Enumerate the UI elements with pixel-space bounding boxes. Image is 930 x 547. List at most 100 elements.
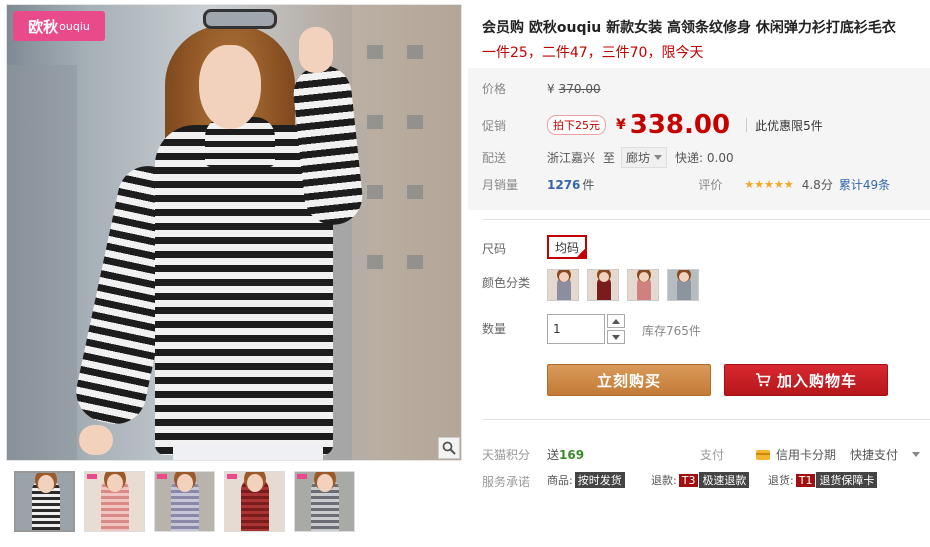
background-window — [407, 185, 423, 199]
card-icon — [756, 449, 771, 460]
thumbnail-head — [107, 474, 123, 492]
product-promo-text: 一件25，二件47，三件70，限今天 — [482, 45, 704, 61]
thumbnail-2[interactable] — [84, 471, 145, 532]
stock-count: 库存765件 — [642, 324, 701, 338]
quantity-decrease-button[interactable] — [607, 330, 625, 344]
promotion-label: 促销 — [482, 118, 507, 133]
chevron-down-icon — [654, 154, 663, 160]
shipping-row: 配送 浙江嘉兴 至 廊坊 快递: 0.00 — [482, 147, 734, 168]
service-1-badge: 按时发货 — [574, 472, 625, 488]
promotion-currency: ¥ — [616, 117, 626, 133]
chevron-down-icon — [612, 334, 620, 340]
thumbnail-brand-tag — [227, 474, 237, 479]
points-value: 169 — [559, 447, 585, 462]
destination-value: 廊坊 — [626, 151, 651, 165]
buy-now-label: 立刻购买 — [596, 371, 661, 390]
thumbnail-4[interactable] — [224, 471, 285, 532]
brand-logo-text: 欧秋 — [28, 17, 59, 36]
service-promise-3[interactable]: 退货: T1 退货保障卡 — [768, 472, 878, 488]
section-divider — [482, 219, 930, 220]
buy-now-button[interactable]: 立刻购买 — [547, 364, 711, 396]
zoom-icon — [442, 441, 456, 455]
thumbnail-3[interactable] — [154, 471, 215, 532]
service-2-prefix: 退款: — [651, 474, 677, 487]
model-figure — [70, 5, 377, 460]
background-building — [7, 65, 77, 460]
service-3-prefix: 退货: — [768, 474, 794, 487]
quantity-label: 数量 — [482, 322, 507, 336]
color-swatch[interactable] — [627, 269, 659, 301]
service-promise-2[interactable]: 退款: T3 极速退款 — [651, 472, 750, 488]
thumbnail-5[interactable] — [294, 471, 355, 532]
shipping-to-label: 至 — [603, 151, 616, 165]
sales-row: 月销量 1276 件 评价 ★★★★★ 4.8分 累计49条 — [482, 176, 890, 193]
add-to-cart-button[interactable]: 加入购物车 — [724, 364, 888, 396]
points-row: 送 169 — [547, 446, 584, 463]
model-face — [199, 45, 261, 129]
swatch-head — [639, 272, 649, 282]
service-promise-1[interactable]: 商品: 按时发货 — [547, 472, 625, 488]
quantity-input[interactable] — [547, 314, 605, 344]
sales-count: 1276 — [547, 177, 581, 192]
sales-unit: 件 — [582, 178, 595, 192]
swatch-head — [559, 272, 569, 282]
promotion-price: 338.00 — [629, 110, 731, 140]
shipping-fee: 快递: 0.00 — [675, 151, 734, 165]
brand-logo-sub: ouqiu — [59, 19, 90, 33]
color-swatch[interactable] — [547, 269, 579, 301]
promotion-limit: 此优惠限5件 — [755, 118, 823, 133]
rating-label: 评价 — [698, 178, 723, 192]
sales-label: 月销量 — [482, 178, 519, 192]
color-swatch[interactable] — [667, 269, 699, 301]
size-label: 尺码 — [482, 242, 507, 256]
shipping-label: 配送 — [482, 151, 507, 165]
color-swatch[interactable] — [587, 269, 619, 301]
promotion-tag: 拍下25元 — [547, 115, 606, 135]
add-to-cart-label: 加入购物车 — [776, 371, 857, 390]
color-swatch-list — [547, 269, 699, 301]
rating-score: 4.8分 — [801, 178, 833, 192]
thumbnail-brand-tag — [157, 474, 167, 479]
service-3-code: T1 — [795, 473, 816, 487]
price-label: 价格 — [482, 82, 507, 96]
model-hand — [79, 425, 113, 455]
thumbnail-brand-tag — [87, 474, 97, 479]
payment-row: 支付 信用卡分期 快捷支付 — [700, 446, 921, 463]
thumbnail-strip — [14, 471, 355, 533]
chevron-down-icon[interactable] — [912, 451, 921, 458]
thumbnail-1[interactable] — [14, 471, 75, 532]
destination-select[interactable]: 廊坊 — [621, 147, 668, 168]
review-count[interactable]: 累计49条 — [839, 176, 890, 193]
swatch-head — [599, 272, 609, 282]
service-2-code: T3 — [678, 473, 699, 487]
quantity-increase-button[interactable] — [607, 314, 625, 328]
service-2-badge: 极速退款 — [699, 472, 750, 488]
product-title: 会员购 欧秋ouqiu 新款女装 高领条纹修身 休闲弹力衫打底衫毛衣 — [482, 20, 896, 36]
service-label: 服务承诺 — [482, 475, 531, 489]
model-sunglasses — [203, 9, 277, 29]
price-currency: ¥ — [547, 81, 555, 96]
thumbnail-brand-tag — [297, 474, 307, 479]
swatch-head — [679, 272, 689, 282]
chevron-up-icon — [612, 318, 620, 324]
shipping-origin: 浙江嘉兴 — [547, 151, 596, 165]
cart-icon — [755, 373, 771, 387]
credit-installment[interactable]: 信用卡分期 — [776, 446, 836, 463]
points-text: 送 — [547, 448, 560, 462]
thumbnail-head — [38, 475, 54, 493]
thumbnail-head — [247, 474, 263, 492]
points-label: 天猫积分 — [482, 448, 531, 462]
zoom-button[interactable] — [438, 437, 460, 459]
color-label: 颜色分类 — [482, 276, 531, 290]
promotion-row: 促销 拍下25元 ¥ 338.00 此优惠限5件 — [482, 110, 823, 140]
quick-pay[interactable]: 快捷支付 — [850, 446, 898, 463]
thumbnail-head — [177, 474, 193, 492]
brand-logo: 欧秋 ouqiu — [13, 11, 105, 41]
service-3-badge: 退货保障卡 — [816, 472, 878, 488]
background-window — [407, 115, 423, 129]
background-window — [407, 255, 423, 269]
main-product-image[interactable]: 欧秋 ouqiu — [6, 4, 462, 461]
payment-label: 支付 — [700, 448, 725, 462]
size-option-selected[interactable]: 均码 — [547, 235, 587, 259]
price-row: 价格 ¥ 370.00 — [482, 80, 601, 97]
